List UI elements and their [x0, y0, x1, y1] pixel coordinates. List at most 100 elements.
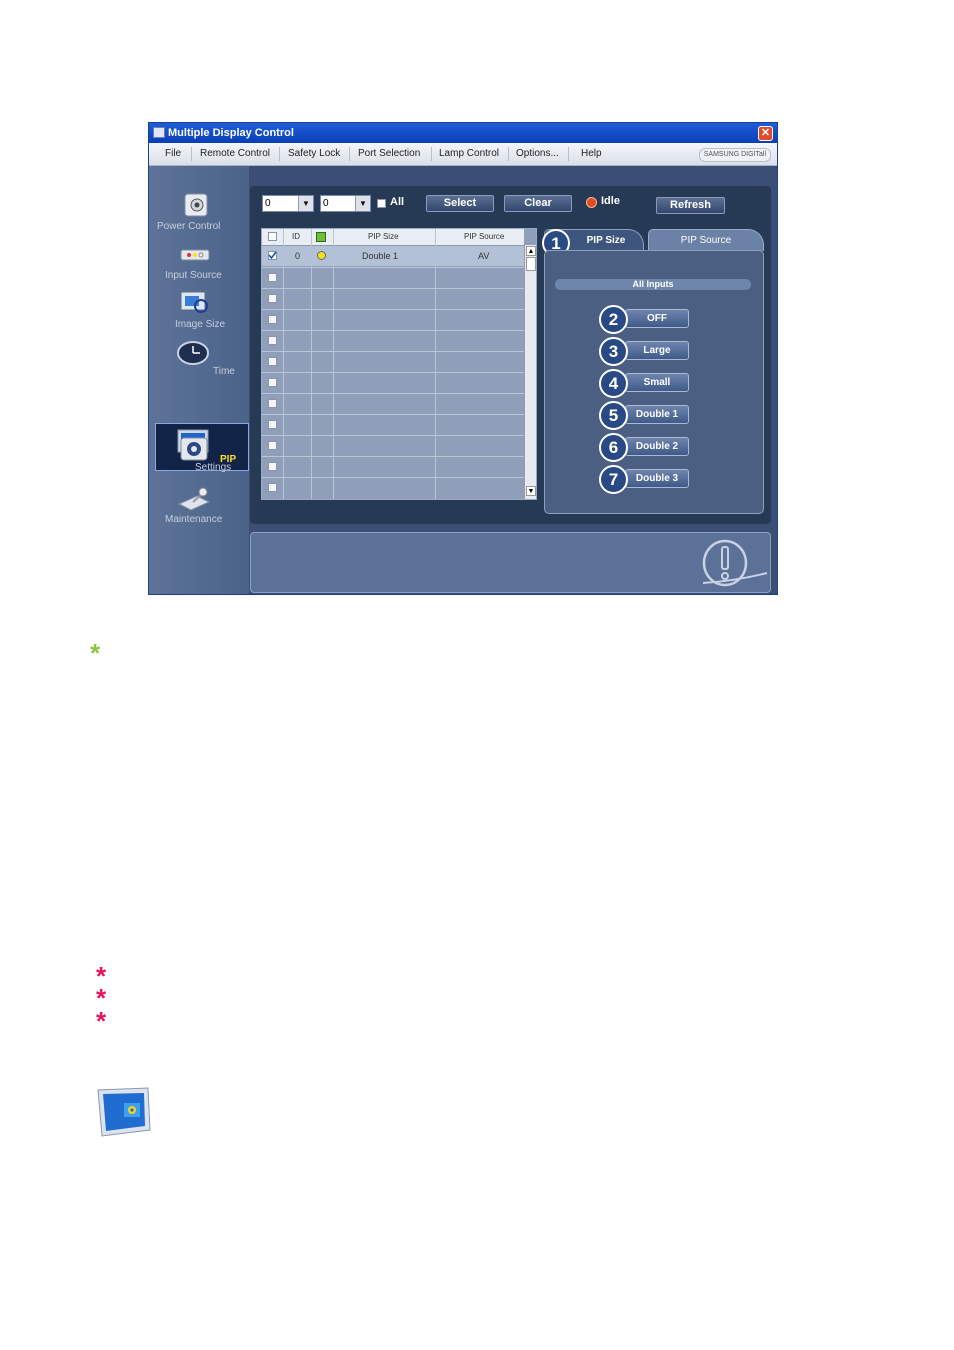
- row-pip-size: Double 1: [362, 251, 399, 261]
- table-row[interactable]: [262, 309, 524, 330]
- callout-number-icon: 2: [599, 305, 628, 334]
- scroll-thumb[interactable]: [526, 257, 536, 271]
- table-row[interactable]: [262, 477, 524, 498]
- sidebar-item-settings[interactable]: Settings: [157, 434, 249, 480]
- chevron-down-icon[interactable]: ▼: [298, 196, 313, 211]
- menu-file[interactable]: File: [165, 148, 181, 159]
- input-source-icon: [180, 249, 210, 261]
- display-table: ID PIP Size PIP Source 0 Double 1 AV ▲ ▼: [261, 228, 537, 500]
- close-button[interactable]: ✕: [758, 126, 773, 141]
- table-row[interactable]: [262, 372, 524, 393]
- sidebar-item-label: Maintenance: [165, 514, 223, 525]
- row-checkbox[interactable]: [268, 273, 277, 282]
- row-checkbox[interactable]: [268, 251, 277, 260]
- menu-options[interactable]: Options...: [516, 148, 559, 159]
- sidebar-item-image-size[interactable]: Image Size: [157, 288, 249, 334]
- table-row[interactable]: [262, 288, 524, 309]
- pip-size-option-button[interactable]: Small: [625, 373, 689, 392]
- title-bar[interactable]: Multiple Display Control ✕: [149, 123, 777, 143]
- power-status-icon: [316, 232, 326, 242]
- row-checkbox[interactable]: [268, 420, 277, 429]
- menu-separator: [349, 147, 350, 161]
- scroll-up-icon[interactable]: ▲: [526, 246, 536, 256]
- sidebar-item-time[interactable]: Time: [157, 338, 249, 384]
- menu-remote-control[interactable]: Remote Control: [200, 148, 270, 159]
- callout-number-icon: 5: [599, 401, 628, 430]
- header-select-all-checkbox[interactable]: [268, 232, 277, 241]
- menu-separator: [431, 147, 432, 161]
- pip-size-option-button[interactable]: Double 3: [625, 469, 689, 488]
- callout-number-icon: 7: [599, 465, 628, 494]
- tab-label: PIP Size: [586, 235, 626, 246]
- scroll-down-icon[interactable]: ▼: [526, 486, 536, 496]
- tab-pip-source[interactable]: PIP Source: [648, 229, 764, 251]
- pip-size-option-button[interactable]: Double 2: [625, 437, 689, 456]
- window-title: Multiple Display Control: [168, 127, 294, 139]
- clear-button[interactable]: Clear: [504, 195, 572, 212]
- id-from-value: 0: [265, 198, 271, 209]
- menu-help[interactable]: Help: [581, 148, 602, 159]
- maintenance-icon: [177, 487, 211, 511]
- pip-size-option-button[interactable]: Double 1: [625, 405, 689, 424]
- image-size-icon: [180, 291, 208, 313]
- menu-port-selection[interactable]: Port Selection: [358, 148, 420, 159]
- table-row[interactable]: [262, 393, 524, 414]
- menu-separator: [508, 147, 509, 161]
- row-checkbox[interactable]: [268, 462, 277, 471]
- sidebar-item-input-source[interactable]: Input Source: [157, 242, 249, 288]
- app-icon: [153, 127, 165, 138]
- column-header-pip-size: PIP Size: [368, 232, 399, 241]
- samsung-logo: SAMSUNG DIGITall: [698, 148, 771, 162]
- menu-safety-lock[interactable]: Safety Lock: [288, 148, 340, 159]
- id-to-value: 0: [323, 198, 329, 209]
- select-button[interactable]: Select: [426, 195, 494, 212]
- settings-icon: [180, 437, 208, 461]
- refresh-button[interactable]: Refresh: [656, 197, 725, 214]
- pip-size-panel: All Inputs OFF 2 Large 3 Small 4 Double 1 5 Doub…: [544, 250, 764, 514]
- row-checkbox[interactable]: [268, 378, 277, 387]
- close-icon: ✕: [760, 127, 771, 139]
- table-row[interactable]: [262, 351, 524, 372]
- table-row[interactable]: [262, 267, 524, 288]
- row-checkbox[interactable]: [268, 399, 277, 408]
- menu-separator: [568, 147, 569, 161]
- menu-separator: [279, 147, 280, 161]
- row-checkbox[interactable]: [268, 357, 277, 366]
- id-to-dropdown[interactable]: 0 ▼: [320, 195, 371, 212]
- row-checkbox[interactable]: [268, 315, 277, 324]
- row-checkbox[interactable]: [268, 336, 277, 345]
- column-header-id: ID: [292, 232, 300, 241]
- pip-size-option-button[interactable]: Large: [625, 341, 689, 360]
- row-checkbox[interactable]: [268, 441, 277, 450]
- table-row[interactable]: [262, 414, 524, 435]
- table-header: ID PIP Size PIP Source: [262, 229, 524, 246]
- status-led-icon: [317, 251, 326, 260]
- pip-large-icon: [97, 1087, 151, 1137]
- sidebar-item-label: Power Control: [157, 221, 221, 232]
- pip-size-option-button[interactable]: OFF: [625, 309, 689, 328]
- sidebar-item-label: Time: [213, 366, 235, 377]
- menu-lamp-control[interactable]: Lamp Control: [439, 148, 499, 159]
- menu-separator: [191, 147, 192, 161]
- row-id: 0: [295, 251, 301, 261]
- status-text: Idle: [601, 195, 620, 207]
- all-inputs-header: All Inputs: [555, 279, 751, 290]
- control-panel: 0 ▼ 0 ▼ All Select Clear Idle Refresh ID…: [250, 186, 771, 524]
- chevron-down-icon[interactable]: ▼: [355, 196, 370, 211]
- row-checkbox[interactable]: [268, 483, 277, 492]
- all-checkbox[interactable]: [377, 199, 386, 208]
- table-row[interactable]: [262, 456, 524, 477]
- sidebar-item-label: Image Size: [175, 319, 226, 330]
- callout-number-icon: 6: [599, 433, 628, 462]
- row-checkbox[interactable]: [268, 294, 277, 303]
- table-row[interactable]: 0 Double 1 AV: [262, 246, 524, 266]
- id-from-dropdown[interactable]: 0 ▼: [262, 195, 314, 212]
- sidebar-item-power-control[interactable]: Power Control: [157, 190, 249, 236]
- table-row[interactable]: [262, 330, 524, 351]
- sidebar-item-label: Settings: [195, 462, 232, 473]
- scrollbar[interactable]: ▲ ▼: [524, 245, 536, 499]
- sidebar-item-maintenance[interactable]: Maintenance: [157, 484, 249, 530]
- info-panel: [250, 532, 771, 593]
- menu-bar: File Remote Control Safety Lock Port Sel…: [149, 143, 777, 166]
- table-row[interactable]: [262, 435, 524, 456]
